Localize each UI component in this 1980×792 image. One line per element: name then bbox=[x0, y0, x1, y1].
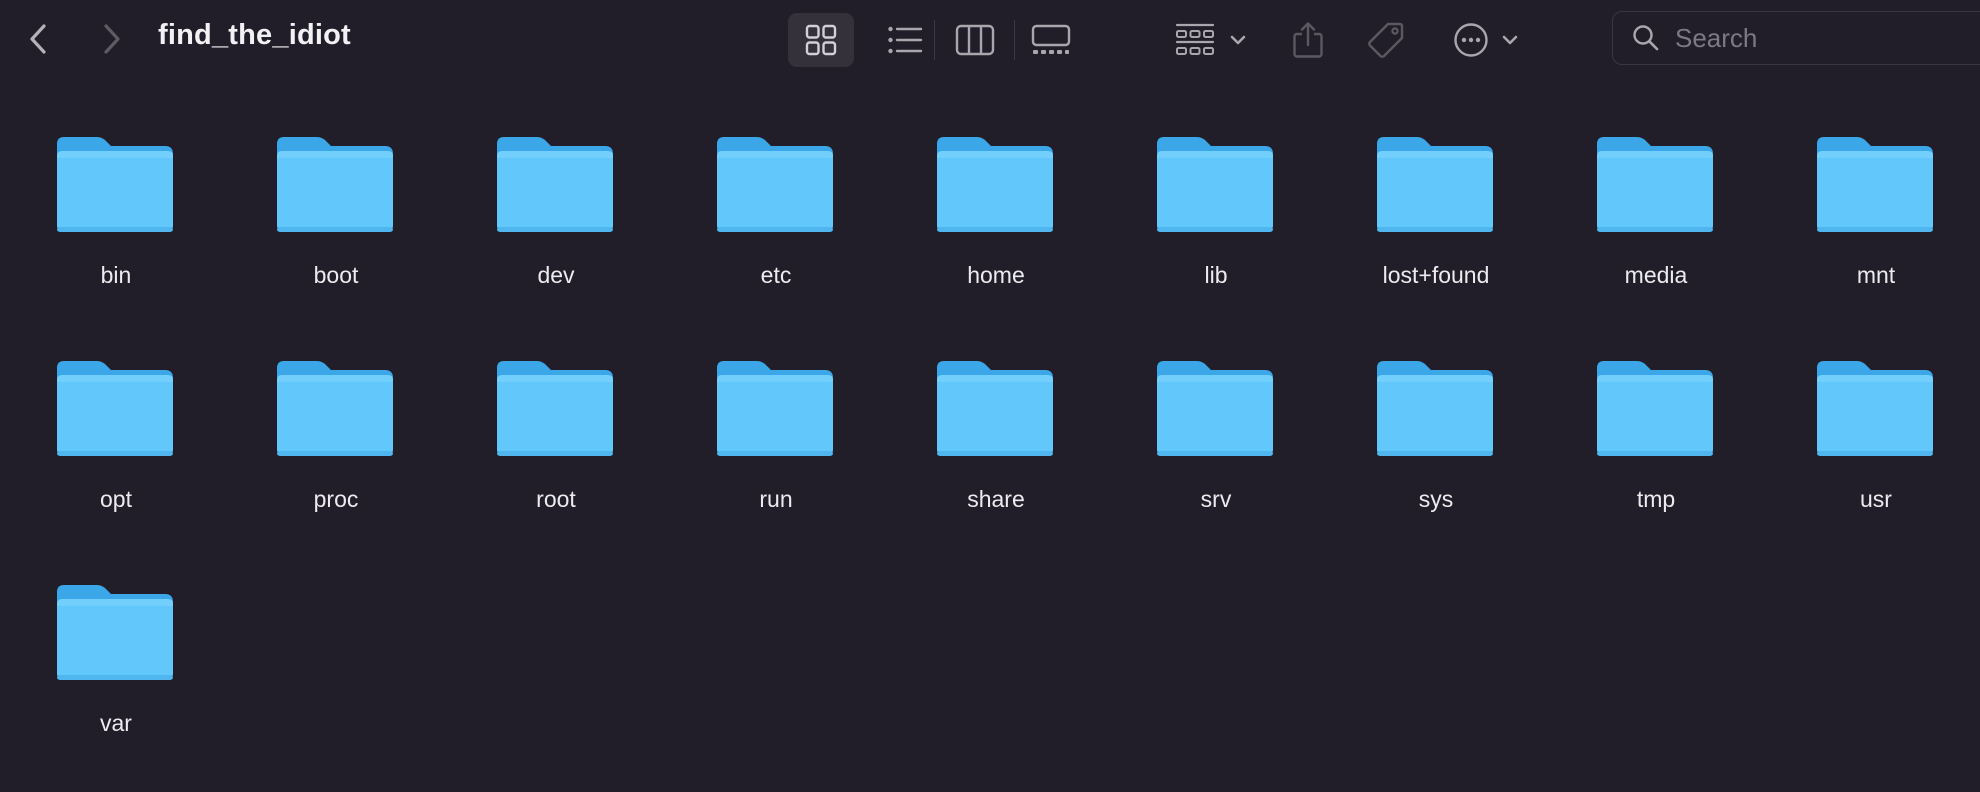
folder-label: media bbox=[1624, 262, 1688, 288]
toolbar: find_the_idiot bbox=[0, 0, 1980, 80]
folder-icon bbox=[717, 361, 833, 456]
folder-label: srv bbox=[1200, 486, 1232, 512]
folder-label: etc bbox=[760, 262, 792, 288]
forward-button[interactable] bbox=[90, 18, 132, 60]
folder-label: var bbox=[100, 710, 132, 736]
folder-icon bbox=[277, 137, 393, 232]
folder-label: usr bbox=[1860, 486, 1892, 512]
folder-item-media[interactable]: media bbox=[1546, 112, 1746, 312]
folder-label: root bbox=[536, 486, 576, 512]
view-list-button[interactable] bbox=[872, 13, 938, 67]
folder-icon bbox=[1817, 361, 1933, 456]
folder-item-root[interactable]: root bbox=[446, 336, 646, 536]
folder-item-tmp[interactable]: tmp bbox=[1546, 336, 1746, 536]
folder-item-boot[interactable]: boot bbox=[226, 112, 426, 312]
folder-icon bbox=[937, 361, 1053, 456]
chevron-down-icon bbox=[1230, 35, 1246, 45]
chevron-right-icon bbox=[104, 24, 120, 54]
folder-label: run bbox=[759, 486, 793, 512]
folder-icon bbox=[937, 137, 1053, 232]
back-button[interactable] bbox=[18, 18, 60, 60]
folder-item-mnt[interactable]: mnt bbox=[1766, 112, 1966, 312]
gallery-icon bbox=[1031, 24, 1071, 54]
folder-item-dev[interactable]: dev bbox=[446, 112, 646, 312]
folder-icon bbox=[497, 361, 613, 456]
share-button[interactable] bbox=[1280, 13, 1336, 67]
folder-icon bbox=[1817, 137, 1933, 232]
group-button[interactable] bbox=[1170, 13, 1252, 67]
group-grid-icon bbox=[1175, 23, 1215, 55]
more-actions-button[interactable] bbox=[1446, 13, 1526, 67]
chevron-down-icon bbox=[1502, 35, 1518, 45]
folder-item-lib[interactable]: lib bbox=[1106, 112, 1306, 312]
list-icon bbox=[888, 26, 923, 54]
folder-icon bbox=[1597, 137, 1713, 232]
view-columns-button[interactable] bbox=[942, 13, 1008, 67]
finder-window: find_the_idiot Search bin boot dev etc h… bbox=[0, 0, 1980, 792]
columns-icon bbox=[955, 24, 995, 56]
folder-item-proc[interactable]: proc bbox=[226, 336, 426, 536]
folder-item-srv[interactable]: srv bbox=[1106, 336, 1306, 536]
folder-icon bbox=[497, 137, 613, 232]
folder-item-opt[interactable]: opt bbox=[6, 336, 206, 536]
folder-label: lib bbox=[1204, 262, 1228, 288]
folder-item-lost-found[interactable]: lost+found bbox=[1326, 112, 1526, 312]
folder-label: boot bbox=[313, 262, 359, 288]
folder-icon bbox=[1377, 137, 1493, 232]
toolbar-divider bbox=[1014, 20, 1015, 60]
search-icon bbox=[1633, 25, 1659, 51]
view-gallery-button[interactable] bbox=[1018, 13, 1084, 67]
folder-label: lost+found bbox=[1382, 262, 1490, 288]
search-input[interactable] bbox=[1673, 21, 1977, 55]
folder-item-var[interactable]: var bbox=[6, 560, 206, 760]
tag-button[interactable] bbox=[1358, 13, 1414, 67]
folder-icon bbox=[57, 585, 173, 680]
ellipsis-circle-icon bbox=[1454, 23, 1488, 57]
folder-icon bbox=[717, 137, 833, 232]
view-icons-button[interactable] bbox=[788, 13, 854, 67]
folder-item-home[interactable]: home bbox=[886, 112, 1086, 312]
folder-label: proc bbox=[313, 486, 359, 512]
folder-label: share bbox=[967, 486, 1025, 512]
folder-label: opt bbox=[100, 486, 132, 512]
icon-grid-icon bbox=[805, 24, 837, 56]
folder-icon bbox=[57, 137, 173, 232]
folder-label: tmp bbox=[1636, 486, 1676, 512]
folder-label: mnt bbox=[1856, 262, 1896, 288]
folder-item-usr[interactable]: usr bbox=[1766, 336, 1966, 536]
folder-item-etc[interactable]: etc bbox=[666, 112, 866, 312]
folder-icon bbox=[1597, 361, 1713, 456]
folder-label: home bbox=[967, 262, 1025, 288]
folder-icon bbox=[1377, 361, 1493, 456]
search-field[interactable] bbox=[1612, 11, 1980, 65]
folder-label: dev bbox=[537, 262, 575, 288]
window-title: find_the_idiot bbox=[158, 19, 351, 51]
folder-icon bbox=[277, 361, 393, 456]
folder-item-run[interactable]: run bbox=[666, 336, 866, 536]
folder-icon bbox=[1157, 361, 1273, 456]
folder-icon bbox=[57, 361, 173, 456]
folder-item-bin[interactable]: bin bbox=[6, 112, 206, 312]
folder-label: sys bbox=[1418, 486, 1454, 512]
folder-item-sys[interactable]: sys bbox=[1326, 336, 1526, 536]
chevron-left-icon bbox=[30, 24, 46, 54]
folder-item-share[interactable]: share bbox=[886, 336, 1086, 536]
toolbar-divider bbox=[934, 20, 935, 60]
share-icon bbox=[1293, 22, 1323, 58]
tag-icon bbox=[1368, 22, 1404, 58]
folder-label: bin bbox=[100, 262, 132, 288]
folder-icon bbox=[1157, 137, 1273, 232]
